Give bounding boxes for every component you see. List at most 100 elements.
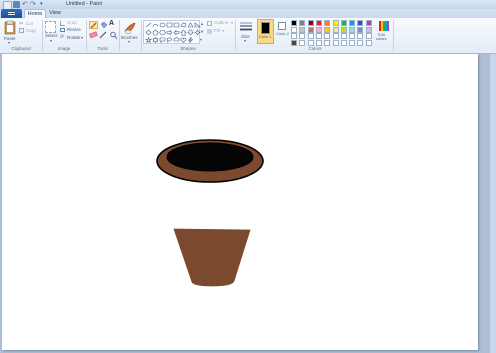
pot-body <box>173 228 251 287</box>
palette-swatch[interactable] <box>332 33 339 39</box>
rounded-rectangle-shape-icon[interactable] <box>173 22 180 28</box>
eraser-tool[interactable] <box>89 31 98 39</box>
palette-swatch[interactable] <box>349 33 356 39</box>
palette-swatch[interactable] <box>332 20 339 26</box>
palette-swatch[interactable] <box>357 33 364 39</box>
palette-swatch[interactable] <box>291 26 297 33</box>
drawing-canvas[interactable] <box>2 54 478 350</box>
five-point-star-shape-icon[interactable] <box>145 36 152 44</box>
tools-group-label: Tools <box>97 46 108 51</box>
crop-button[interactable]: Crop <box>67 20 77 26</box>
brushes-dropdown-icon[interactable]: ▾ <box>128 39 130 45</box>
palette-swatch[interactable] <box>307 33 314 39</box>
diamond-shape-icon[interactable] <box>145 29 152 36</box>
color2-button[interactable]: Color 2 <box>276 20 290 44</box>
up-arrow-shape-icon[interactable] <box>180 29 187 36</box>
outline-button[interactable]: Outline <box>214 20 228 26</box>
text-tool[interactable]: A <box>109 20 114 27</box>
line-shape-icon[interactable] <box>145 22 152 28</box>
heart-shape-icon[interactable] <box>180 37 187 43</box>
window-title: Untitled - Paint <box>66 1 103 7</box>
size-dropdown-icon[interactable]: ▾ <box>244 38 246 44</box>
lightning-shape-icon[interactable] <box>187 36 194 43</box>
palette-swatch[interactable] <box>324 33 331 39</box>
hexagon-shape-icon[interactable] <box>159 30 166 35</box>
scroll-up-icon[interactable]: ▲ <box>200 20 205 28</box>
magnifier-tool[interactable] <box>109 31 118 39</box>
pencil-tool[interactable] <box>89 21 98 29</box>
cut-button[interactable]: Cut <box>26 21 33 27</box>
palette-swatch[interactable] <box>332 26 339 33</box>
down-arrow-shape-icon[interactable] <box>187 29 194 36</box>
paint-menu-button[interactable] <box>1 9 22 18</box>
outline-dropdown-icon[interactable]: ▾ <box>231 20 233 26</box>
paste-button[interactable] <box>3 20 17 36</box>
crop-icon <box>60 21 65 26</box>
palette-swatch[interactable] <box>349 20 356 26</box>
palette-swatch[interactable] <box>315 20 322 26</box>
palette-swatch[interactable] <box>307 20 314 26</box>
tab-view[interactable]: View <box>46 9 64 18</box>
select-dropdown-icon[interactable]: ▾ <box>50 38 52 44</box>
fill-dropdown-icon[interactable]: ▾ <box>222 28 224 34</box>
save-icon[interactable] <box>13 1 20 8</box>
line-size-icon <box>240 22 252 31</box>
size-button[interactable] <box>239 21 253 34</box>
palette-swatch[interactable] <box>299 33 306 39</box>
expand-gallery-icon[interactable]: ▾ <box>200 36 205 44</box>
rotate-dropdown-icon[interactable]: ▾ <box>81 35 83 41</box>
redo-icon[interactable]: ↷ <box>30 0 36 8</box>
copy-button[interactable]: Copy <box>26 28 37 34</box>
palette-swatch[interactable] <box>340 33 347 39</box>
palette-swatch[interactable] <box>315 33 322 39</box>
undo-icon[interactable]: ↶ <box>22 0 28 8</box>
fill-tool[interactable] <box>99 21 108 29</box>
quick-access-dropdown-icon[interactable]: ▾ <box>40 1 43 7</box>
palette-swatch[interactable] <box>299 20 306 26</box>
six-point-star-shape-icon[interactable] <box>152 36 159 44</box>
resize-button[interactable]: Resize <box>67 27 81 33</box>
palette-swatch[interactable] <box>357 26 364 33</box>
rounded-callout-shape-icon[interactable] <box>159 37 166 44</box>
pentagon-shape-icon[interactable] <box>152 29 159 36</box>
palette-swatch[interactable] <box>291 20 297 26</box>
left-arrow-shape-icon[interactable] <box>173 29 180 36</box>
right-arrow-shape-icon[interactable] <box>166 29 173 36</box>
shapes-scroll[interactable]: ▲ ▼ ▾ <box>200 20 205 44</box>
color-picker-tool[interactable] <box>99 31 108 39</box>
oval-shape-icon[interactable] <box>159 22 166 28</box>
fill-button[interactable]: Fill <box>214 28 220 34</box>
cloud-callout-shape-icon[interactable] <box>173 37 180 42</box>
vertical-scrollbar[interactable] <box>490 54 496 353</box>
palette-swatch[interactable] <box>299 26 306 33</box>
select-icon[interactable] <box>45 21 56 33</box>
polygon-shape-icon[interactable] <box>180 22 187 28</box>
triangle-shape-icon[interactable] <box>187 22 194 28</box>
palette-swatch[interactable] <box>365 20 372 26</box>
palette-swatch[interactable] <box>315 26 322 33</box>
curve-shape-icon[interactable] <box>152 23 159 28</box>
palette-swatch[interactable] <box>349 26 356 33</box>
palette-swatch[interactable] <box>324 26 331 33</box>
brushes-button[interactable] <box>122 20 138 35</box>
palette-swatch[interactable] <box>365 26 372 33</box>
rotate-icon: ⟳ <box>60 34 65 40</box>
copy-icon <box>19 28 24 33</box>
palette-swatch[interactable] <box>307 26 314 33</box>
color1-button[interactable]: Color 1 <box>257 19 274 44</box>
palette-swatch[interactable] <box>324 20 331 26</box>
image-group-label: Image <box>57 46 71 51</box>
rotate-button[interactable]: Rotate <box>67 35 80 41</box>
rectangle-shape-icon[interactable] <box>166 22 173 28</box>
palette-swatch[interactable] <box>357 20 364 26</box>
palette-swatch[interactable] <box>340 20 347 26</box>
palette-swatch[interactable] <box>340 26 347 33</box>
brush-icon <box>124 22 136 35</box>
palette-swatch[interactable] <box>365 33 372 39</box>
shapes-group-label: Shapes <box>180 46 196 51</box>
tab-home[interactable]: Home <box>24 9 46 18</box>
color2-swatch <box>278 22 286 30</box>
palette-swatch[interactable] <box>291 33 297 39</box>
oval-callout-shape-icon[interactable] <box>166 37 172 43</box>
scroll-down-icon[interactable]: ▼ <box>200 28 205 36</box>
